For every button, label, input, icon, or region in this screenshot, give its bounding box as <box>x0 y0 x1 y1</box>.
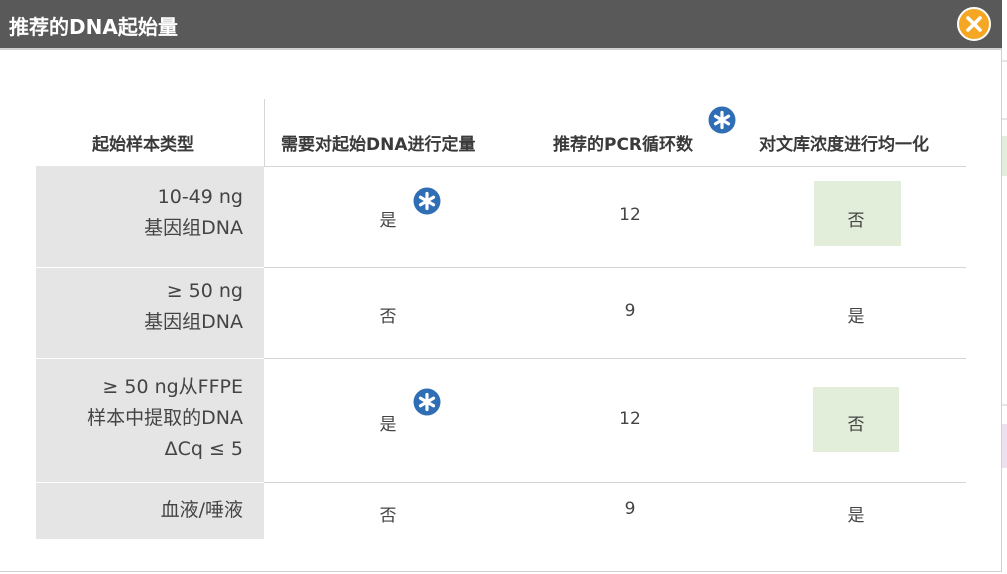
close-button[interactable] <box>957 7 991 41</box>
header-divider <box>264 99 265 166</box>
sample-line: 10-49 ng <box>157 186 243 208</box>
sample-line: ≥ 50 ng从FFPE <box>102 376 243 398</box>
row-divider <box>264 358 966 359</box>
sample-line: 基因组DNA <box>144 311 243 333</box>
header-sample-type: 起始样本类型 <box>92 135 194 155</box>
row-divider <box>264 166 966 167</box>
sample-line: ΔCq ≤ 5 <box>164 438 243 460</box>
dna-input-dialog: 推荐的DNA起始量 起始样本类型 需要对起始DNA进行定量 推荐的PCR循环数 … <box>0 0 1002 572</box>
pcr-cycles-value: 12 <box>619 409 641 429</box>
sample-line: 血液/唾液 <box>160 499 243 521</box>
pcr-cycles-value: 9 <box>624 301 636 321</box>
normalize-value: 是 <box>847 506 865 526</box>
quantify-value: 否 <box>379 506 397 526</box>
header-quantify: 需要对起始DNA进行定量 <box>281 135 476 155</box>
row-sample-type: 10-49 ng 基因组DNA <box>144 182 243 244</box>
asterisk-icon[interactable] <box>413 187 441 215</box>
sample-line: 基因组DNA <box>144 217 243 239</box>
normalize-value: 是 <box>847 307 865 327</box>
pcr-cycles-value: 9 <box>624 499 636 519</box>
close-icon <box>966 16 982 32</box>
dialog-title: 推荐的DNA起始量 <box>9 15 178 39</box>
header-normalize: 对文库浓度进行均一化 <box>759 135 929 155</box>
pcr-cycles-value: 12 <box>619 205 641 225</box>
normalize-value: 否 <box>847 211 865 231</box>
quantify-value: 否 <box>379 307 397 327</box>
normalize-value: 否 <box>847 415 865 435</box>
row-divider <box>264 482 966 483</box>
row-divider <box>264 267 966 268</box>
asterisk-icon[interactable] <box>708 106 736 134</box>
header-pcr-cycles: 推荐的PCR循环数 <box>553 135 694 155</box>
row-sample-type: ≥ 50 ng从FFPE 样本中提取的DNA ΔCq ≤ 5 <box>87 372 243 465</box>
row-sample-type: ≥ 50 ng 基因组DNA <box>144 276 243 338</box>
row-sample-type: 血液/唾液 <box>161 495 243 526</box>
sample-line: ≥ 50 ng <box>166 280 243 302</box>
asterisk-icon[interactable] <box>413 388 441 416</box>
dialog-titlebar: 推荐的DNA起始量 <box>0 0 1002 50</box>
sample-line: 样本中提取的DNA <box>87 407 243 429</box>
